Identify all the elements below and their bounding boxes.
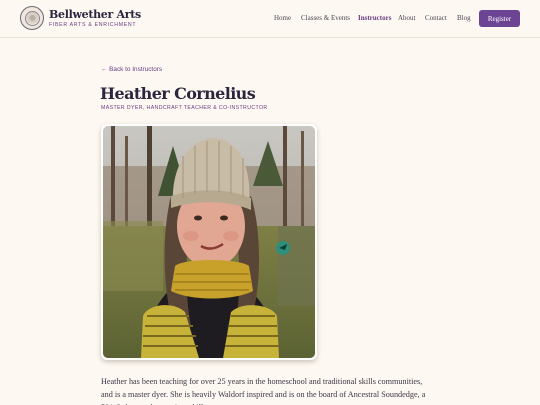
brand-tagline: FIBER ARTS & ENRICHMENT — [49, 22, 137, 28]
nav-item-home[interactable]: Home — [274, 14, 291, 22]
nav-item-instructors[interactable]: Instructors — [358, 14, 391, 22]
instructor-photo — [103, 126, 315, 358]
nav-item-about[interactable]: About — [398, 14, 416, 22]
brand-name[interactable]: Bellwether Arts — [49, 8, 141, 21]
nav-item-classes-events[interactable]: Classes & Events — [301, 14, 350, 22]
instructor-bio: Heather has been teaching for over 25 ye… — [101, 377, 426, 405]
back-to-instructors-link[interactable]: ← Back to Instructors — [101, 66, 162, 73]
page-title: Heather Cornelius — [100, 84, 256, 103]
nav-item-contact[interactable]: Contact — [425, 14, 447, 22]
register-button[interactable]: Register — [479, 10, 520, 27]
nav-item-blog[interactable]: Blog — [457, 14, 471, 22]
instructor-photo-frame — [101, 124, 317, 360]
site-header: Bellwether Arts FIBER ARTS & ENRICHMENT … — [0, 0, 540, 38]
brand-logo-icon[interactable] — [20, 6, 44, 30]
instructor-role: MASTER DYER, HANDCRAFT TEACHER & CO-INST… — [101, 105, 268, 111]
